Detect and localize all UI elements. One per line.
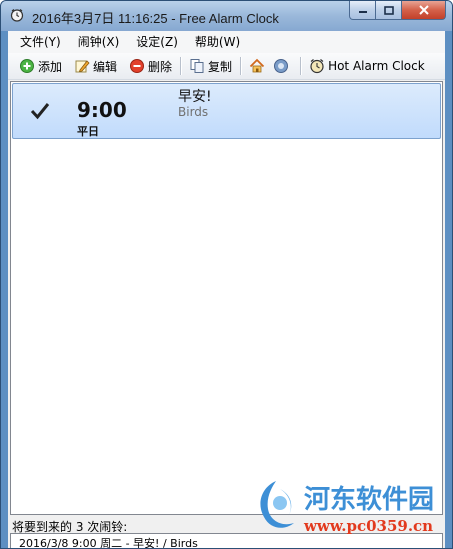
- title-bar[interactable]: 2016年3月7日 11:16:25 - Free Alarm Clock: [1, 1, 452, 31]
- toolbar: 添加 编辑 删除 复制 Hot Alarm Clock: [8, 53, 445, 80]
- copy-icon: [190, 59, 204, 73]
- app-window: 2016年3月7日 11:16:25 - Free Alarm Clock 文件…: [0, 0, 453, 549]
- minimize-icon: [358, 11, 367, 13]
- help-button[interactable]: [270, 55, 295, 77]
- upcoming-alarms-list: 2016/3/8 9:00 周二 - 早安! / Birds: [10, 533, 443, 549]
- edit-icon: [75, 60, 90, 73]
- client-area: 文件(Y) 闹钟(X) 设定(Z) 帮助(W) 添加 编辑 删除 复制 Hot …: [8, 31, 445, 549]
- home-icon: [249, 58, 265, 73]
- menu-alarm[interactable]: 闹钟(X): [68, 31, 127, 53]
- menu-file[interactable]: 文件(Y): [8, 31, 68, 53]
- hot-alarm-clock-label: Hot Alarm Clock: [328, 59, 425, 73]
- add-label: 添加: [38, 59, 63, 74]
- delete-label: 删除: [148, 59, 173, 74]
- home-button[interactable]: [246, 55, 270, 77]
- edit-button[interactable]: 编辑: [71, 55, 120, 77]
- close-button[interactable]: [402, 1, 446, 20]
- window-title: 2016年3月7日 11:16:25 - Free Alarm Clock: [32, 11, 279, 26]
- hot-alarm-clock-icon: [310, 59, 324, 74]
- maximize-button[interactable]: [376, 1, 402, 20]
- copy-button[interactable]: 复制: [186, 55, 235, 77]
- alarm-list[interactable]: 9:00 平日 早安! Birds: [10, 81, 443, 515]
- alarm-enabled-checkbox[interactable]: [29, 101, 51, 121]
- alarm-days: 平日: [77, 125, 99, 138]
- toolbar-separator: [300, 57, 302, 75]
- alarm-sound: Birds: [178, 105, 209, 119]
- toolbar-separator: [240, 57, 242, 75]
- maximize-icon: [383, 5, 394, 15]
- alarm-list-item[interactable]: 9:00 平日 早安! Birds: [12, 83, 441, 139]
- add-button[interactable]: 添加: [16, 55, 65, 77]
- delete-button[interactable]: 删除: [126, 55, 175, 77]
- toolbar-separator: [180, 57, 182, 75]
- window-controls: [349, 1, 446, 21]
- add-icon: [20, 59, 34, 73]
- help-icon: [274, 59, 289, 73]
- upcoming-alarm-item: 2016/3/8 9:00 周二 - 早安! / Birds: [19, 537, 198, 549]
- alarm-label: 早安!: [178, 89, 212, 105]
- delete-icon: [130, 59, 145, 73]
- minimize-button[interactable]: [349, 1, 376, 20]
- edit-label: 编辑: [93, 59, 118, 74]
- menu-bar: 文件(Y) 闹钟(X) 设定(Z) 帮助(W): [8, 31, 445, 53]
- hot-alarm-clock-button[interactable]: Hot Alarm Clock: [306, 55, 428, 77]
- menu-help[interactable]: 帮助(W): [185, 31, 247, 53]
- close-icon: [418, 5, 429, 15]
- alarm-time: 9:00: [77, 98, 127, 122]
- copy-label: 复制: [208, 59, 233, 74]
- alarm-clock-icon: [10, 9, 24, 22]
- menu-settings[interactable]: 设定(Z): [126, 31, 185, 53]
